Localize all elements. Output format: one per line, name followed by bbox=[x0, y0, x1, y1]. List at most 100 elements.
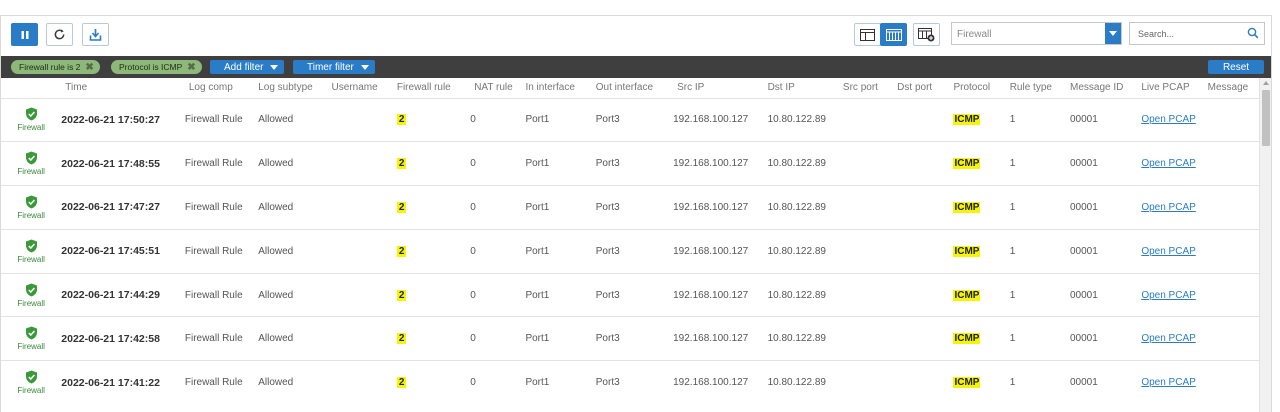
shield-check-icon bbox=[25, 283, 37, 297]
pause-button[interactable] bbox=[11, 23, 38, 46]
cell-protocol: ICMP bbox=[953, 360, 1010, 405]
row-status-cell: Firewall bbox=[1, 316, 62, 361]
cell-protocol: ICMP bbox=[953, 97, 1010, 142]
log-type-select-value: Firewall bbox=[957, 29, 992, 40]
column-add-icon bbox=[918, 27, 935, 41]
table-header: Time Log comp Log subtype Username Firewall … bbox=[1, 78, 1259, 98]
layout-view-button[interactable] bbox=[854, 23, 881, 46]
table-row[interactable]: Firewall 2022-06-21 17:42:58 Firewall Rule… bbox=[1, 316, 1259, 361]
search-box bbox=[1129, 22, 1265, 45]
cell-log-subtype: Allowed bbox=[258, 141, 332, 186]
open-pcap-link[interactable]: Open PCAP bbox=[1141, 290, 1195, 301]
column-header[interactable]: NAT rule bbox=[470, 78, 525, 98]
cell-dst-ip: 10.80.122.89 bbox=[767, 316, 843, 361]
cell-src-ip: 192.168.100.127 bbox=[673, 141, 768, 186]
scrollbar-thumb[interactable] bbox=[1262, 90, 1270, 146]
row-status-label: Firewall bbox=[17, 210, 45, 220]
column-header[interactable]: Live PCAP bbox=[1141, 78, 1207, 98]
table-row[interactable]: Firewall 2022-06-21 17:41:22 Firewall Rule… bbox=[1, 360, 1259, 405]
close-icon[interactable]: ✖ bbox=[187, 62, 195, 73]
cell-username bbox=[331, 185, 397, 230]
column-header[interactable]: Message ID bbox=[1070, 78, 1141, 98]
column-header[interactable]: Dst IP bbox=[768, 78, 843, 98]
row-status-label: Firewall bbox=[17, 167, 45, 177]
column-header[interactable]: Src IP bbox=[673, 78, 767, 98]
filter-chip-firewall-rule[interactable]: Firewall rule is 2 ✖ bbox=[11, 60, 100, 74]
column-header[interactable]: Log subtype bbox=[258, 78, 331, 98]
chevron-down-icon[interactable] bbox=[1105, 23, 1121, 44]
open-pcap-link[interactable]: Open PCAP bbox=[1141, 246, 1195, 257]
column-header[interactable]: Username bbox=[332, 78, 397, 98]
cell-out-interface: Port3 bbox=[595, 316, 674, 361]
timer-filter-label: Timer filter bbox=[307, 61, 354, 73]
table-row[interactable]: Firewall 2022-06-21 17:45:51 Firewall Rule… bbox=[1, 228, 1259, 274]
cell-message bbox=[1207, 316, 1259, 361]
table-row[interactable]: Firewall 2022-06-21 17:48:55 Firewall Rule… bbox=[1, 141, 1259, 186]
cell-message bbox=[1207, 360, 1259, 405]
column-view-button[interactable] bbox=[880, 23, 907, 46]
highlighted-value: 2 bbox=[396, 289, 407, 301]
add-filter-button[interactable]: Add filter bbox=[210, 60, 285, 74]
row-status: Firewall bbox=[17, 239, 45, 264]
cell-rule-type: 1 bbox=[1009, 185, 1070, 230]
layout-icon bbox=[860, 28, 875, 41]
column-header[interactable]: In interface bbox=[525, 78, 595, 98]
scroll-up-icon[interactable] bbox=[1263, 81, 1269, 85]
log-type-select[interactable]: Firewall bbox=[951, 22, 1122, 45]
open-pcap-link[interactable]: Open PCAP bbox=[1141, 158, 1195, 169]
cell-log-subtype: Allowed bbox=[258, 360, 332, 405]
cell-live-pcap: Open PCAP bbox=[1141, 141, 1208, 186]
export-button[interactable] bbox=[82, 23, 109, 46]
column-header[interactable]: Src port bbox=[843, 78, 897, 98]
cell-protocol: ICMP bbox=[953, 228, 1010, 274]
cell-message bbox=[1207, 141, 1259, 186]
search-input[interactable] bbox=[1130, 23, 1245, 44]
cell-out-interface: Port3 bbox=[595, 185, 674, 230]
open-pcap-link[interactable]: Open PCAP bbox=[1141, 202, 1195, 213]
timer-filter-button[interactable]: Timer filter bbox=[293, 60, 375, 74]
cell-live-pcap: Open PCAP bbox=[1141, 316, 1208, 361]
row-status-cell: Firewall bbox=[1, 272, 62, 317]
shield-check-icon bbox=[25, 239, 37, 253]
cell-message bbox=[1207, 272, 1259, 317]
column-header[interactable]: Message bbox=[1208, 78, 1259, 98]
column-header[interactable] bbox=[1, 78, 61, 98]
cell-rule-type: 1 bbox=[1009, 97, 1070, 142]
cell-firewall-rule: 2 bbox=[396, 316, 471, 361]
cell-log-subtype: Allowed bbox=[258, 272, 332, 317]
table-row[interactable]: Firewall 2022-06-21 17:50:27 Firewall Rule… bbox=[1, 97, 1259, 142]
open-pcap-link[interactable]: Open PCAP bbox=[1141, 333, 1195, 344]
row-status: Firewall bbox=[17, 283, 45, 308]
cell-dst-port bbox=[897, 228, 954, 274]
column-header[interactable]: Log comp bbox=[185, 78, 258, 98]
cell-dst-ip: 10.80.122.89 bbox=[767, 228, 843, 274]
cell-out-interface: Port3 bbox=[595, 228, 674, 274]
column-header[interactable]: Rule type bbox=[1010, 78, 1070, 98]
cell-log-comp: Firewall Rule bbox=[184, 185, 259, 230]
column-header[interactable]: Dst port bbox=[897, 78, 953, 98]
reset-button[interactable]: Reset bbox=[1208, 60, 1264, 74]
refresh-button[interactable] bbox=[46, 23, 73, 46]
column-header[interactable]: Firewall rule bbox=[397, 78, 470, 98]
table-row[interactable]: Firewall 2022-06-21 17:44:29 Firewall Rule… bbox=[1, 272, 1259, 317]
row-status-cell: Firewall bbox=[1, 185, 62, 230]
close-icon[interactable]: ✖ bbox=[85, 62, 93, 73]
cell-dst-ip: 10.80.122.89 bbox=[767, 97, 843, 142]
filter-chip-protocol[interactable]: Protocol is ICMP ✖ bbox=[111, 60, 202, 74]
search-icon[interactable] bbox=[1247, 27, 1259, 42]
open-pcap-link[interactable]: Open PCAP bbox=[1141, 377, 1195, 388]
column-header[interactable]: Time bbox=[61, 78, 185, 98]
column-header[interactable]: Protocol bbox=[953, 78, 1009, 98]
highlighted-value: ICMP bbox=[953, 333, 981, 345]
table-row[interactable]: Firewall 2022-06-21 17:47:27 Firewall Rule… bbox=[1, 185, 1259, 230]
cell-rule-type: 1 bbox=[1009, 228, 1070, 274]
cell-firewall-rule: 2 bbox=[396, 360, 471, 405]
vertical-scrollbar[interactable] bbox=[1259, 78, 1271, 412]
cell-username bbox=[331, 316, 397, 361]
column-header[interactable]: Out interface bbox=[596, 78, 673, 98]
cell-live-pcap: Open PCAP bbox=[1141, 360, 1208, 405]
column-settings-button[interactable] bbox=[913, 23, 940, 46]
open-pcap-link[interactable]: Open PCAP bbox=[1141, 114, 1195, 125]
cell-message-id: 00001 bbox=[1069, 141, 1142, 186]
cell-time: 2022-06-21 17:48:55 bbox=[61, 141, 185, 186]
